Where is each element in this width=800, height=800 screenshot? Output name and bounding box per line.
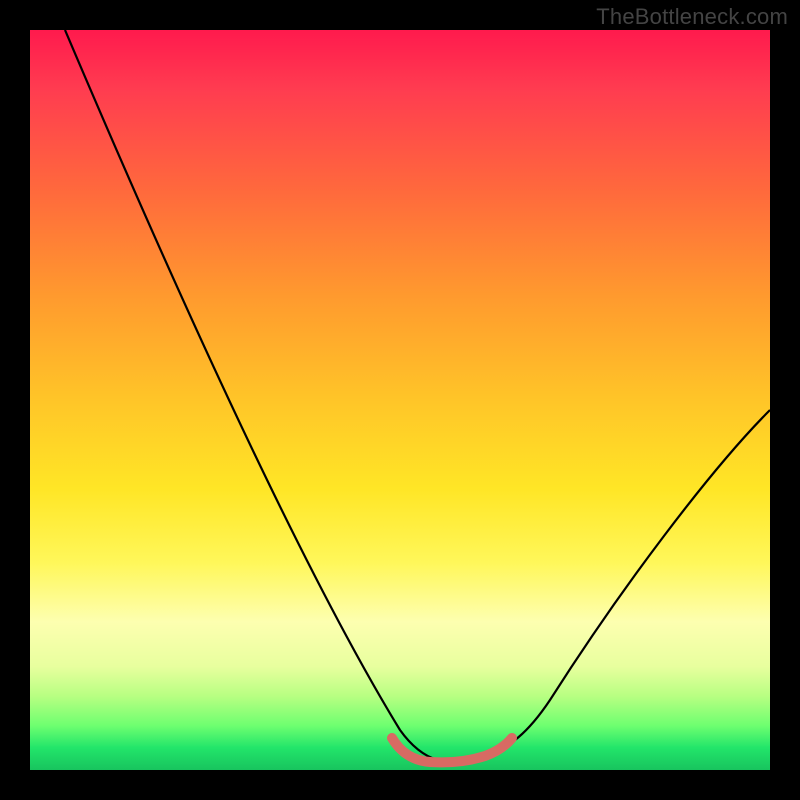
- bottleneck-curve: [65, 30, 770, 762]
- curve-layer: [30, 30, 770, 770]
- watermark-text: TheBottleneck.com: [596, 4, 788, 30]
- plot-area: [30, 30, 770, 770]
- chart-frame: TheBottleneck.com: [0, 0, 800, 800]
